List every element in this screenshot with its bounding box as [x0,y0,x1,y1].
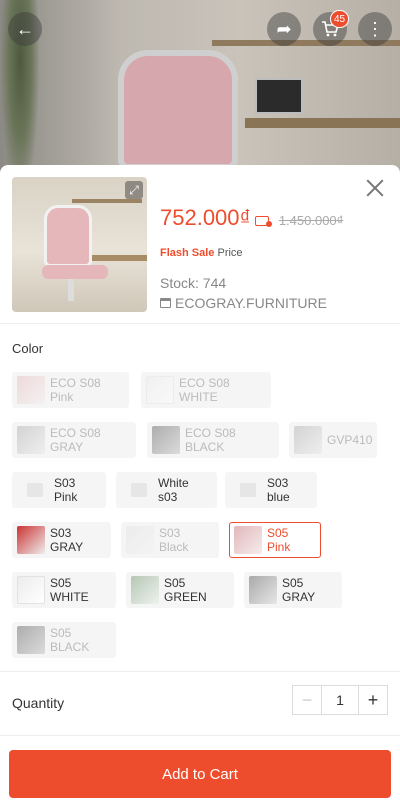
quantity-stepper: − 1 + [292,685,388,715]
option-s05-green[interactable]: S05 GREEN [126,572,234,608]
option-thumbnail [17,576,45,604]
original-price: 1.450.000₫ [278,213,344,228]
quantity-input[interactable]: 1 [321,686,359,714]
expand-icon[interactable]: ⤢ [125,181,143,199]
option-s05-pink[interactable]: S05 Pink [229,522,321,558]
stock-count: Stock: 744 [160,275,227,291]
close-icon[interactable] [364,177,386,199]
image-placeholder-icon [240,483,256,497]
option-thumbnail [152,426,180,454]
share-button[interactable]: ➦ [267,12,301,46]
option-label: S03 GRAY [50,526,84,554]
option-label: S05 WHITE [50,576,89,604]
option-thumbnail [249,576,277,604]
price-label: Price [217,247,243,259]
current-price: 752.000₫ [160,205,251,230]
option-thumbnail [131,576,159,604]
option-eco-s08-gray[interactable]: ECO S08 GRAY [12,422,136,458]
thumbnail-chair-back [44,205,92,267]
flash-sale-text: Flash Sale [160,247,215,259]
voucher-icon [254,216,272,227]
option-eco-s08-white[interactable]: ECO S08 WHITE [141,372,271,408]
add-to-cart-button[interactable]: Add to Cart [9,750,391,798]
flash-sale-label: Flash Sale Price [160,247,243,259]
share-icon: ➦ [276,18,292,39]
thumbnail-shelf [72,199,142,203]
option-label: S03 blue [267,476,290,504]
image-placeholder-icon [27,483,43,497]
image-placeholder-icon [131,483,147,497]
option-thumbnail [234,526,262,554]
back-button[interactable]: ← [8,12,42,46]
shop-name-row: ECOGRAY.FURNITURE [160,295,327,311]
option-thumbnail [17,626,45,654]
option-s03-gray[interactable]: S03 GRAY [12,522,111,558]
cart-count-badge: 45 [330,10,350,28]
option-thumbnail [146,376,174,404]
color-label: Color [12,341,44,356]
option-s03-pink[interactable]: S03 Pink [12,472,106,508]
option-eco-s08-black[interactable]: ECO S08 BLACK [147,422,279,458]
option-label: ECO S08 WHITE [179,376,230,404]
option-white-s03[interactable]: White s03 [116,472,217,508]
bottom-bar: Add to Cart [0,735,400,807]
option-label: GVP410 [327,433,373,447]
option-label: S03 Pink [54,476,78,504]
option-s03-blue[interactable]: S03 blue [225,472,317,508]
option-s05-black[interactable]: S05 BLACK [12,622,116,658]
option-label: S05 GRAY [282,576,316,604]
price-block: 752.000₫ 1.450.000₫ [160,205,343,231]
shop-icon [160,298,171,308]
option-thumbnail [126,526,154,554]
thumbnail-chair-seat [42,265,108,279]
option-thumbnail [17,376,45,404]
option-gvp410[interactable]: GVP410 [289,422,377,458]
product-thumbnail[interactable]: ⤢ [12,177,147,312]
thumbnail-chair-base [68,279,74,301]
divider [0,323,400,324]
option-s03-black[interactable]: S03 Black [121,522,219,558]
decrease-button[interactable]: − [293,686,321,714]
option-label: S05 BLACK [50,626,90,654]
quantity-label: Quantity [12,695,65,711]
background-laptop [255,78,303,114]
more-button[interactable]: ⋮ [358,12,392,46]
option-label: S05 GREEN [164,576,207,604]
more-vertical-icon: ⋮ [366,18,384,39]
increase-button[interactable]: + [359,686,387,714]
option-thumbnail [17,426,45,454]
variation-sheet: ⤢ 752.000₫ 1.450.000₫ Flash Sale Price S… [0,165,400,807]
background-chair [118,50,238,170]
option-label: ECO S08 GRAY [50,426,101,454]
option-eco-s08-pink[interactable]: ECO S08 Pink [12,372,129,408]
divider [0,671,400,672]
option-s05-gray[interactable]: S05 GRAY [244,572,342,608]
back-arrow-icon: ← [16,18,34,39]
quantity-row: Quantity − 1 + [0,675,400,731]
option-thumbnail [294,426,322,454]
option-label: ECO S08 Pink [50,376,101,404]
background-desk [245,118,400,128]
option-thumbnail [17,526,45,554]
shop-name: ECOGRAY.FURNITURE [175,295,327,311]
option-label: S03 Black [159,526,189,554]
option-label: White s03 [158,476,189,504]
option-label: S05 Pink [267,526,291,554]
option-label: ECO S08 BLACK [185,426,236,454]
option-s05-white[interactable]: S05 WHITE [12,572,116,608]
